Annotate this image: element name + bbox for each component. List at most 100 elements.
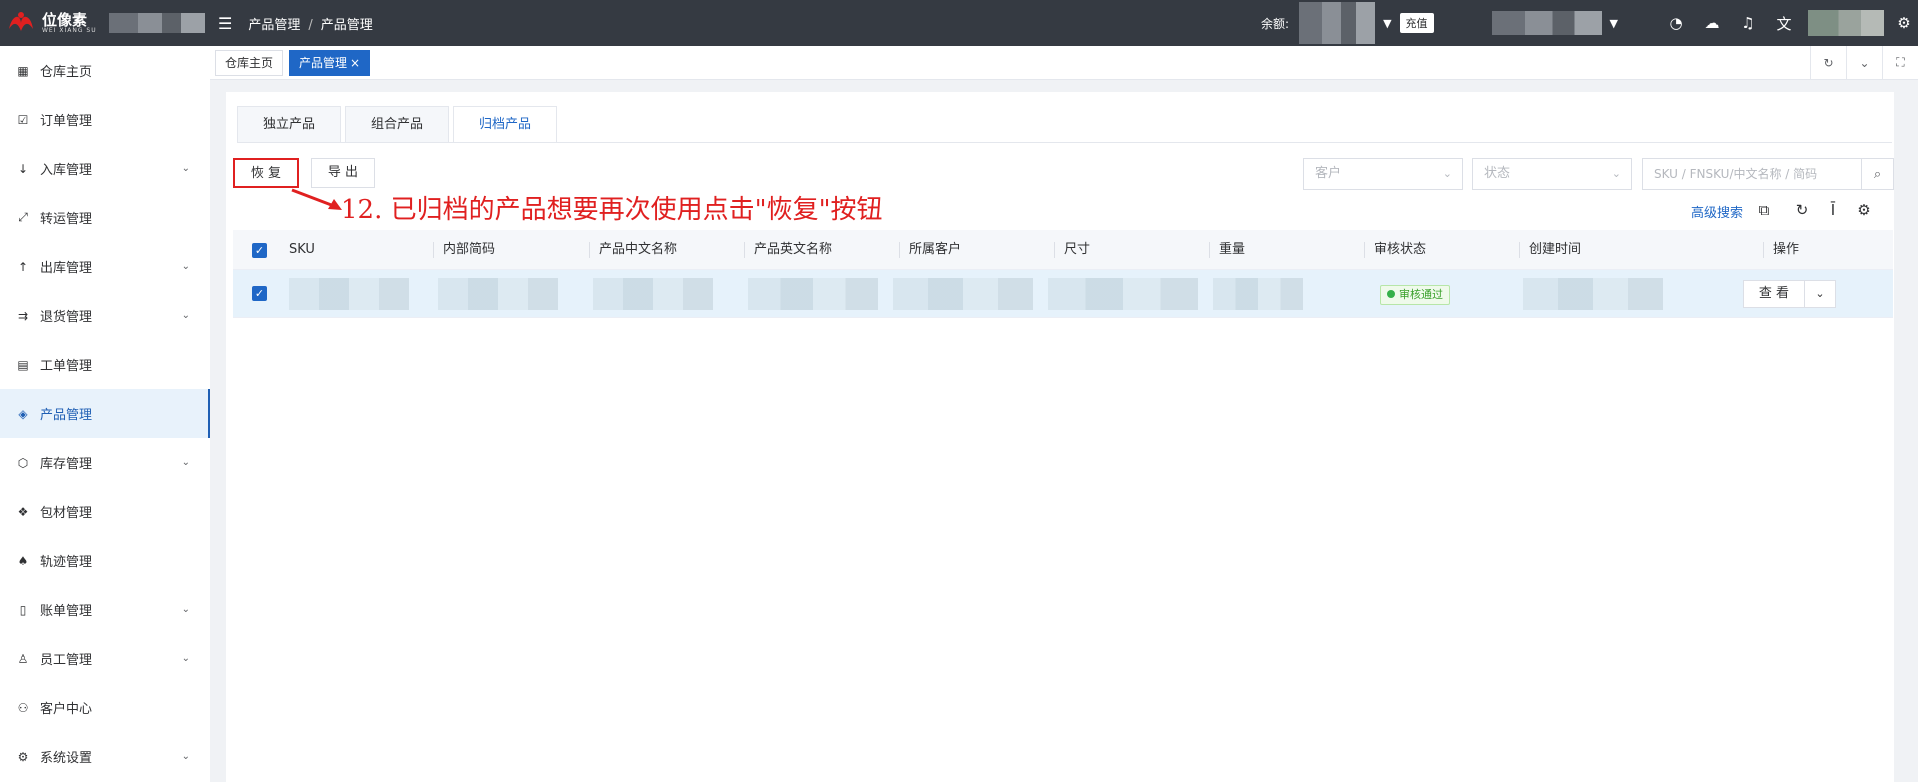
balance-label: 余额: <box>1261 16 1290 31</box>
column-header: SKU <box>289 242 315 257</box>
annotation-text: 12. 已归档的产品想要再次使用点击"恢复"按钮 <box>341 195 883 225</box>
advanced-search-link[interactable]: 高级搜索 <box>1691 202 1743 221</box>
sidebar-item[interactable]: ◈ 产品管理 <box>0 389 210 438</box>
settings-icon[interactable]: ⚙ <box>1854 200 1874 220</box>
sidebar-item[interactable]: ☑ 订单管理 <box>0 95 210 144</box>
sidebar-item[interactable]: ▦ 仓库主页 <box>0 46 210 95</box>
customer-select-placeholder: 客户 <box>1315 166 1342 181</box>
chevron-down-icon: ⌄ <box>181 310 190 321</box>
fullscreen-icon[interactable]: ⛶ <box>1882 46 1918 79</box>
sidebar-item-label: 产品管理 <box>40 408 93 423</box>
sidebar-item-label: 转运管理 <box>40 212 93 227</box>
chevron-down-icon: ⌄ <box>181 751 190 762</box>
restore-button[interactable]: 恢 复 <box>233 158 299 188</box>
sidebar-item-label: 员工管理 <box>40 653 93 668</box>
chevron-down-icon: ⌄ <box>181 604 190 615</box>
sidebar-item[interactable]: ⬡ 库存管理 ⌄ <box>0 438 210 487</box>
chevron-down-icon: ⌄ <box>181 261 190 272</box>
refresh-icon[interactable]: ↻ <box>1810 46 1846 79</box>
tag-bar: 仓库主页 产品管理 × ↻ ⌄ ⛶ <box>210 46 1918 80</box>
search-input[interactable]: SKU / FNSKU/中文名称 / 简码 <box>1642 158 1862 190</box>
transfer-icon: ⤢ <box>18 210 28 224</box>
redacted-code <box>438 278 558 310</box>
search-icon[interactable]: ⌕ <box>1862 158 1894 190</box>
redacted-user[interactable] <box>1491 11 1602 35</box>
sidebar-item[interactable]: ↓ 入库管理 ⌄ <box>0 144 210 193</box>
column-header: 产品中文名称 <box>588 230 677 270</box>
settings-icon[interactable]: ⚙ <box>1890 14 1918 32</box>
sidebar-item-label: 工单管理 <box>40 359 93 374</box>
tab-standalone-products[interactable]: 独立产品 <box>237 106 342 142</box>
chevron-down-icon[interactable]: ⌄ <box>1804 280 1836 308</box>
sidebar-item-label: 客户中心 <box>40 702 93 717</box>
redacted-balance <box>1299 2 1376 44</box>
avatar[interactable] <box>1808 10 1884 36</box>
column-header: 内部简码 <box>432 230 495 270</box>
logo-text: 位像素 <box>42 10 88 29</box>
package-icon: ❖ <box>17 504 29 519</box>
recharge-button[interactable]: 充值 <box>1399 13 1434 33</box>
main-card: 独立产品 组合产品 归档产品 恢 复 导 出 12. 已归档的产品想要再次使用点… <box>226 92 1894 782</box>
table-row[interactable]: ✓ 审核通过 查 看 ⌄ <box>233 270 1893 318</box>
customer-icon: ⚇ <box>17 700 29 715</box>
cloud-upload-icon[interactable]: ☁ <box>1694 14 1730 32</box>
tab-combo-products[interactable]: 组合产品 <box>345 106 450 142</box>
chevron-down-icon: ⌄ <box>181 457 190 468</box>
view-button[interactable]: 查 看 <box>1743 280 1805 308</box>
bell-icon[interactable]: ♫ <box>1730 14 1766 32</box>
sidebar-item[interactable]: ♠ 轨迹管理 <box>0 536 210 585</box>
arrow-down-icon: ↓ <box>17 161 29 176</box>
redacted-size <box>1048 278 1198 310</box>
sidebar-item[interactable]: ⚇ 客户中心 <box>0 683 210 732</box>
sidebar-item-label: 账单管理 <box>40 604 93 619</box>
column-header: 尺寸 <box>1053 230 1090 270</box>
sidebar-item-label: 仓库主页 <box>40 65 93 80</box>
sidebar-item[interactable]: ❖ 包材管理 <box>0 487 210 536</box>
sidebar-item[interactable]: ▤ 工单管理 <box>0 340 210 389</box>
logo-icon <box>6 9 36 37</box>
breadcrumb-item: 产品管理 <box>320 17 373 33</box>
customer-select[interactable]: 客户 ⌄ <box>1303 158 1463 190</box>
breadcrumb-item[interactable]: 产品管理 <box>248 18 300 33</box>
sidebar-item[interactable]: ♙ 员工管理 ⌄ <box>0 634 210 683</box>
menu-toggle-icon[interactable]: ☰ <box>218 14 232 33</box>
column-header: 审核状态 <box>1363 230 1426 270</box>
sidebar-item[interactable]: ⇉ 退货管理 ⌄ <box>0 291 210 340</box>
arrow-up-icon: ↑ <box>17 259 29 274</box>
status-select[interactable]: 状态 ⌄ <box>1472 158 1632 190</box>
tag-product-management[interactable]: 产品管理 × <box>289 49 371 76</box>
bill-icon: ▯ <box>19 602 27 617</box>
top-bar: 位像素 WEI XIANG SU ☰ 产品管理 / 产品管理 余额: ▼ 充值 ▼ … <box>0 0 1918 46</box>
table-header: ✓ SKU 内部简码 产品中文名称 产品英文名称 所属客户 尺寸 重量 审核状态… <box>233 230 1893 270</box>
translate-icon[interactable]: 文 <box>1766 13 1802 34</box>
search-placeholder: SKU / FNSKU/中文名称 / 简码 <box>1654 167 1818 181</box>
sidebar: ▦ 仓库主页 ☑ 订单管理 ↓ 入库管理 ⌄ ⤢ 转运管理 ↑ 出库管理 ⌄ ⇉ 退货管理 ⌄ ▤ 工单管理 ◈ 产… <box>0 46 210 782</box>
status-dot-icon <box>1387 290 1395 298</box>
tag-label: 产品管理 <box>299 55 348 70</box>
tag-warehouse-home[interactable]: 仓库主页 <box>215 49 284 76</box>
chevron-down-icon: ⌄ <box>181 163 190 174</box>
advanced-search-icon[interactable]: ⧉ <box>1754 200 1774 220</box>
sidebar-item[interactable]: ⤢ 转运管理 <box>0 193 210 242</box>
sidebar-item[interactable]: ⚙ 系统设置 ⌄ <box>0 732 210 781</box>
export-button[interactable]: 导 出 <box>311 158 375 188</box>
sidebar-item[interactable]: ▯ 账单管理 ⌄ <box>0 585 210 634</box>
user-dropdown-icon[interactable]: ▼ <box>1610 17 1618 30</box>
redacted-customer <box>893 278 1033 310</box>
select-all-checkbox[interactable]: ✓ <box>252 243 267 258</box>
column-height-icon[interactable]: Ī <box>1823 200 1843 220</box>
sidebar-item[interactable]: ↑ 出库管理 ⌄ <box>0 242 210 291</box>
redacted-sku <box>289 278 409 310</box>
box-icon: ⬡ <box>17 455 29 470</box>
column-header: 产品英文名称 <box>743 230 832 270</box>
row-checkbox[interactable]: ✓ <box>252 286 267 301</box>
clock-icon[interactable]: ◔ <box>1658 14 1694 32</box>
tab-archived-products[interactable]: 归档产品 <box>453 106 558 142</box>
sidebar-item-label: 订单管理 <box>40 114 93 129</box>
redacted-cn-name <box>593 278 713 310</box>
chevron-down-icon[interactable]: ⌄ <box>1846 46 1882 79</box>
redacted-en-name <box>748 278 878 310</box>
balance-dropdown-icon[interactable]: ▼ <box>1383 17 1391 30</box>
refresh-icon[interactable]: ↻ <box>1792 200 1812 220</box>
close-icon[interactable]: × <box>350 56 360 70</box>
